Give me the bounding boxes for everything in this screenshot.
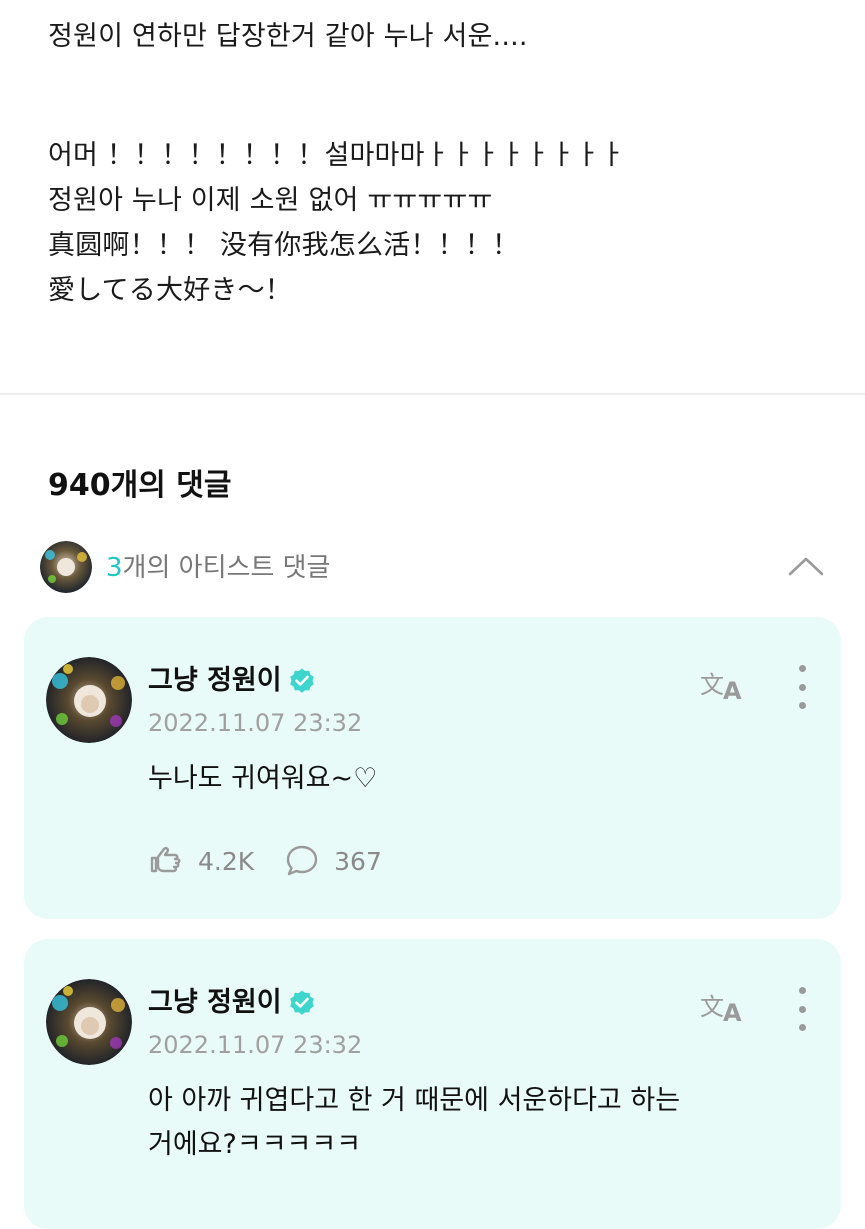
- comment-date: 2022.11.07 23:32: [148, 1031, 363, 1059]
- comment-author[interactable]: 그냥 정원이: [148, 985, 316, 1021]
- artist-avatar: [40, 541, 92, 593]
- artist-comment-card: 그냥 정원이 2022.11.07 23:32 누나도 귀여워요~♡ 文 A 4…: [24, 617, 841, 919]
- more-icon[interactable]: [787, 987, 817, 1031]
- comment-text: 아 아까 귀엽다고 한 거 때문에 서운하다고 하는 거에요?ㅋㅋㅋㅋㅋ: [148, 1079, 808, 1167]
- artist-comments-toggle[interactable]: 3개의 아티스트 댓글: [40, 540, 830, 596]
- post-line: 愛してる大好き～！: [48, 275, 292, 306]
- artist-comments-label: 3개의 아티스트 댓글: [106, 548, 330, 588]
- post-body: 정원이 연하만 답장한거 같아 누나 서운.... 어머 ！！！！！！！！설마마…: [48, 14, 838, 313]
- comment-date: 2022.11.07 23:32: [148, 709, 363, 737]
- comment-text-line: 거에요?ㅋㅋㅋㅋㅋ: [148, 1129, 362, 1160]
- svg-text:文: 文: [700, 993, 724, 1021]
- cheer-button[interactable]: 4.2K: [148, 843, 254, 879]
- reply-count: 367: [334, 846, 382, 876]
- post-line: 정원아 누나 이제 소원 없어 ㅠㅠㅠㅠㅠ: [48, 185, 493, 216]
- reply-button[interactable]: 367: [284, 843, 382, 879]
- translate-icon[interactable]: 文 A: [699, 987, 749, 1027]
- comment-text: 누나도 귀여워요~♡: [148, 763, 378, 794]
- more-icon[interactable]: [787, 665, 817, 709]
- comment-count-heading: 940개의 댓글: [48, 468, 232, 503]
- author-name: 그냥 정원이: [148, 987, 282, 1018]
- like-count: 4.2K: [198, 846, 255, 876]
- artist-comment-card: 그냥 정원이 2022.11.07 23:32 아 아까 귀엽다고 한 거 때문…: [24, 939, 841, 1229]
- comment-text-line: 아 아까 귀엽다고 한 거 때문에 서운하다고 하는: [148, 1085, 681, 1116]
- post-line: 어머 ！！！！！！！！설마마마ㅏㅏㅏㅏㅏㅏㅏㅏ: [48, 140, 625, 171]
- comment-avatar[interactable]: [46, 979, 132, 1065]
- author-name: 그냥 정원이: [148, 665, 282, 696]
- comment-actions: 4.2K 367: [148, 843, 412, 879]
- comment-author[interactable]: 그냥 정원이: [148, 663, 316, 699]
- artist-comments-count: 3: [106, 553, 123, 583]
- section-divider: [0, 393, 865, 395]
- cheer-icon: [150, 846, 181, 873]
- chevron-up-icon[interactable]: [782, 546, 830, 586]
- translate-icon[interactable]: 文 A: [699, 665, 749, 705]
- post-line: 真圆啊！！！ 没有你我怎么活！！！！: [48, 230, 520, 261]
- verified-icon: [288, 989, 316, 1017]
- comment-avatar[interactable]: [46, 657, 132, 743]
- artist-comments-suffix: 개의 아티스트 댓글: [122, 553, 331, 583]
- svg-text:A: A: [723, 999, 742, 1027]
- comment-icon: [286, 845, 318, 876]
- svg-text:A: A: [723, 677, 742, 705]
- verified-icon: [288, 667, 316, 695]
- post-line: 정원이 연하만 답장한거 같아 누나 서운....: [48, 21, 528, 52]
- svg-text:文: 文: [700, 671, 724, 699]
